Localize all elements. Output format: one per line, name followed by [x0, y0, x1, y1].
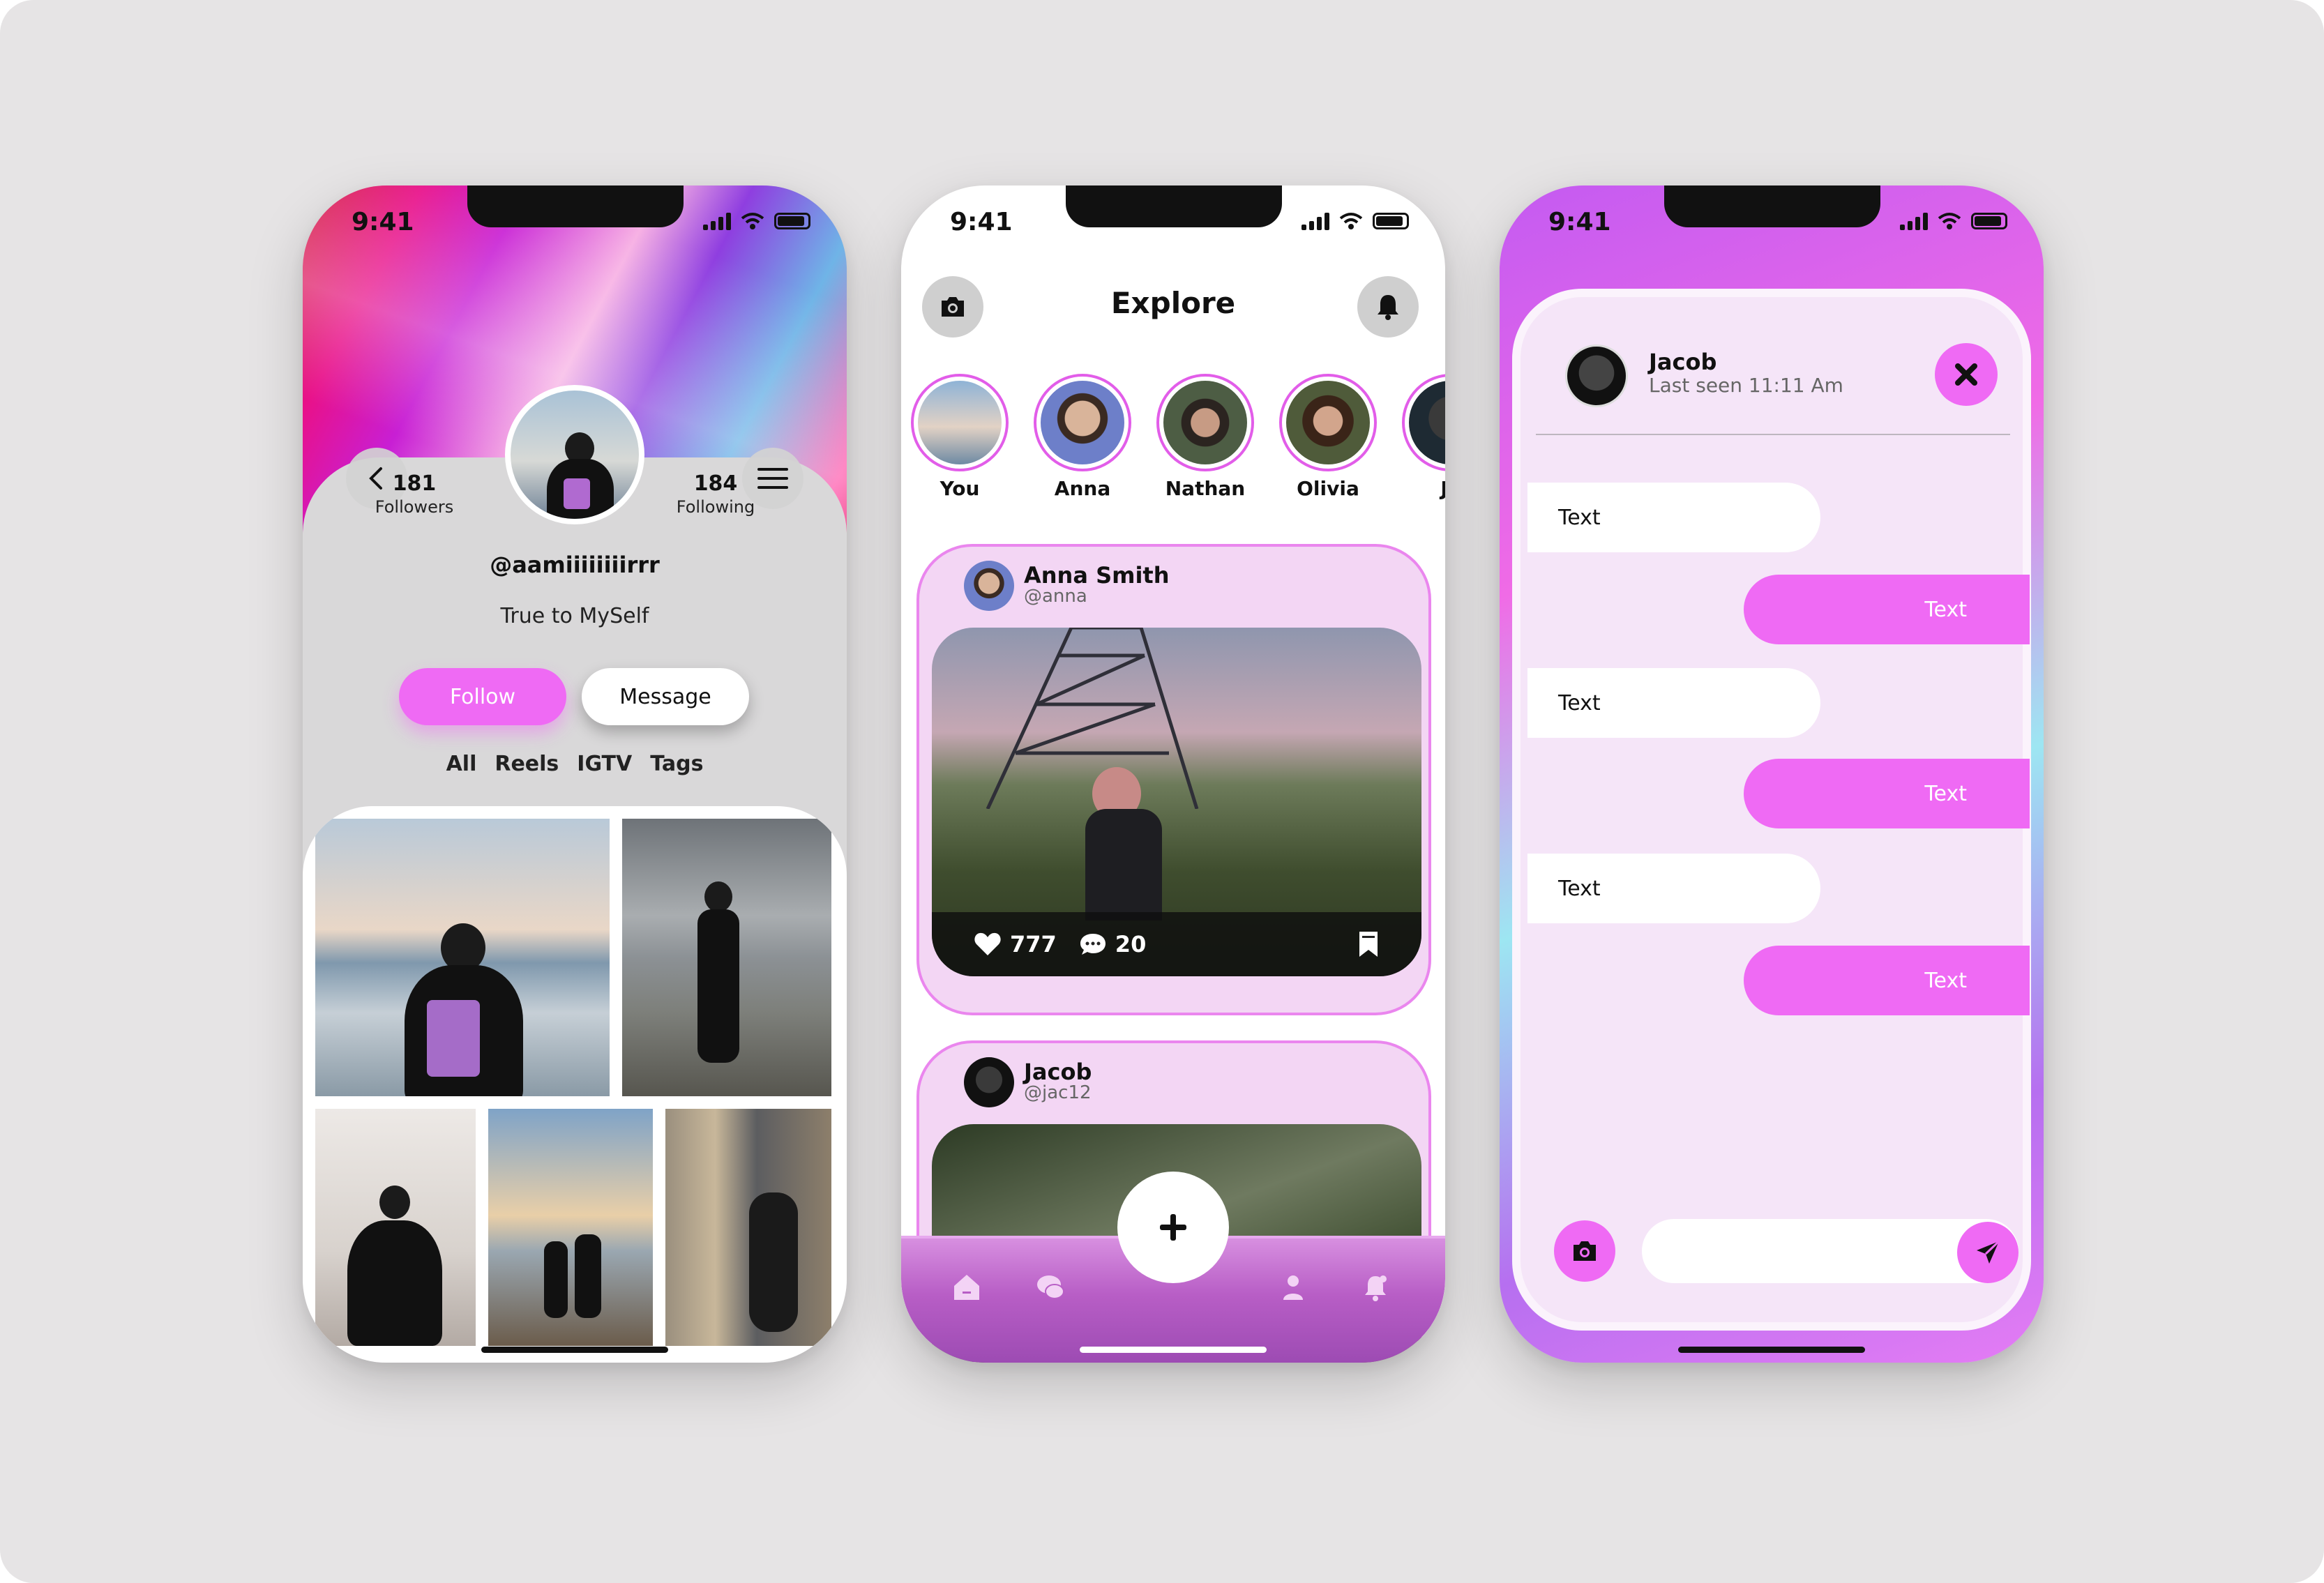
attach-camera-button[interactable] [1554, 1220, 1615, 1282]
message-outgoing: Text [1744, 575, 2030, 644]
signal-icon [1301, 212, 1329, 230]
grid-photo[interactable] [665, 1109, 831, 1346]
feed-post[interactable]: Anna Smith @anna 777 20 [916, 544, 1431, 1015]
followers-label: Followers [375, 497, 454, 517]
send-button[interactable] [1957, 1222, 2019, 1283]
message-incoming: Text [1527, 668, 1820, 738]
status-time: 9:41 [950, 208, 1013, 236]
followers-count: 181 [392, 471, 437, 496]
notifications-button[interactable] [1357, 276, 1419, 338]
post-author-name[interactable]: Anna Smith [1024, 562, 1170, 589]
post-actions-bar: 777 20 [932, 912, 1421, 976]
story-label: Nathan [1165, 477, 1246, 500]
bell-icon [1378, 295, 1398, 320]
signal-icon [703, 212, 731, 230]
photo-grid [303, 806, 847, 1363]
home-indicator [1080, 1347, 1267, 1353]
notch [1664, 185, 1880, 227]
wifi-icon [741, 213, 764, 229]
header-divider [1536, 434, 2010, 435]
chat-icon [1037, 1275, 1064, 1299]
following-count: 184 [693, 471, 738, 496]
notch [1066, 185, 1282, 227]
story-item[interactable]: Anna [1034, 374, 1131, 500]
following-label: Following [676, 497, 755, 517]
tower-graphic [986, 628, 1199, 809]
chat-panel: Jacob Last seen 11:11 Am Text Text Text … [1512, 289, 2031, 1331]
post-author-name[interactable]: Jacob [1024, 1059, 1092, 1085]
wifi-icon [1938, 213, 1961, 229]
home-indicator [1678, 1347, 1865, 1353]
grid-photo[interactable] [622, 819, 831, 1096]
home-indicator [481, 1347, 668, 1353]
send-icon [1977, 1240, 2000, 1264]
story-item[interactable]: You [911, 374, 1009, 500]
plus-icon [1160, 1214, 1186, 1241]
story-item[interactable]: Nathan [1156, 374, 1254, 500]
profile-tabs: All Reels IGTV Tags [303, 752, 847, 776]
tab-tags[interactable]: Tags [650, 752, 703, 776]
nav-chat[interactable] [1034, 1271, 1067, 1304]
message-button[interactable]: Message [582, 668, 749, 725]
contact-avatar[interactable] [1565, 344, 1628, 407]
message-incoming: Text [1527, 483, 1820, 552]
grid-photo[interactable] [315, 1109, 476, 1346]
post-author-avatar[interactable] [964, 561, 1014, 611]
post-image[interactable]: 777 20 [932, 628, 1421, 976]
post-author-avatar[interactable] [964, 1057, 1014, 1107]
message-outgoing: Text [1744, 946, 2030, 1015]
profile-avatar[interactable] [505, 385, 644, 524]
close-button[interactable] [1935, 343, 1998, 406]
nav-home[interactable] [950, 1271, 983, 1304]
notch [467, 185, 684, 227]
tab-reels[interactable]: Reels [495, 752, 559, 776]
profile-bio: True to MySelf [500, 604, 649, 628]
status-time: 9:41 [352, 208, 414, 236]
post-author-handle: @anna [1024, 586, 1087, 607]
tab-igtv[interactable]: IGTV [577, 752, 632, 776]
comment-icon[interactable] [1079, 932, 1107, 957]
wifi-icon [1339, 213, 1363, 229]
message-incoming: Text [1527, 854, 1820, 923]
nav-notifications[interactable] [1359, 1271, 1392, 1304]
grid-photo[interactable] [488, 1109, 653, 1346]
battery-icon [774, 213, 810, 229]
stories-row: You Anna Nathan Olivia Ja [911, 374, 1445, 500]
profile-phone: 9:41 181 Followers 184 Following @aamiii… [303, 185, 847, 1363]
message-outgoing: Text [1744, 759, 2030, 828]
contact-name[interactable]: Jacob [1649, 349, 1716, 375]
following-stat[interactable]: 184 Following [646, 471, 785, 517]
story-label: Anna [1054, 477, 1111, 500]
story-item[interactable]: Ja [1402, 374, 1445, 500]
nav-profile[interactable] [1276, 1271, 1310, 1304]
comment-count: 20 [1115, 931, 1147, 957]
profile-username: @aamiiiiiiiirrr [490, 552, 660, 578]
camera-icon [1574, 1241, 1596, 1261]
followers-stat[interactable]: 181 Followers [345, 471, 484, 517]
tab-all[interactable]: All [446, 752, 477, 776]
battery-icon [1373, 213, 1409, 229]
close-icon [1955, 363, 1977, 386]
like-count: 777 [1010, 931, 1057, 957]
notification-icon [1365, 1275, 1387, 1301]
bookmark-icon[interactable] [1357, 930, 1380, 958]
follow-button[interactable]: Follow [399, 668, 566, 725]
story-label: Ja [1440, 477, 1445, 500]
post-author-handle: @jac12 [1024, 1082, 1092, 1103]
status-time: 9:41 [1548, 208, 1611, 236]
heart-icon[interactable] [974, 932, 1002, 957]
signal-icon [1900, 212, 1928, 230]
create-post-button[interactable] [1126, 1180, 1221, 1275]
story-label: You [940, 477, 980, 500]
last-seen: Last seen 11:11 Am [1649, 374, 1843, 397]
story-item[interactable]: Olivia [1279, 374, 1377, 500]
profile-icon [1283, 1275, 1303, 1300]
home-icon [954, 1275, 979, 1300]
grid-photo[interactable] [315, 819, 610, 1096]
battery-icon [1971, 213, 2007, 229]
explore-phone: 9:41 Explore You Anna Nathan Olivia J An… [901, 185, 1445, 1363]
chat-phone: 9:41 Jacob Last seen 11:11 Am Text Text … [1500, 185, 2044, 1363]
story-label: Olivia [1297, 477, 1359, 500]
